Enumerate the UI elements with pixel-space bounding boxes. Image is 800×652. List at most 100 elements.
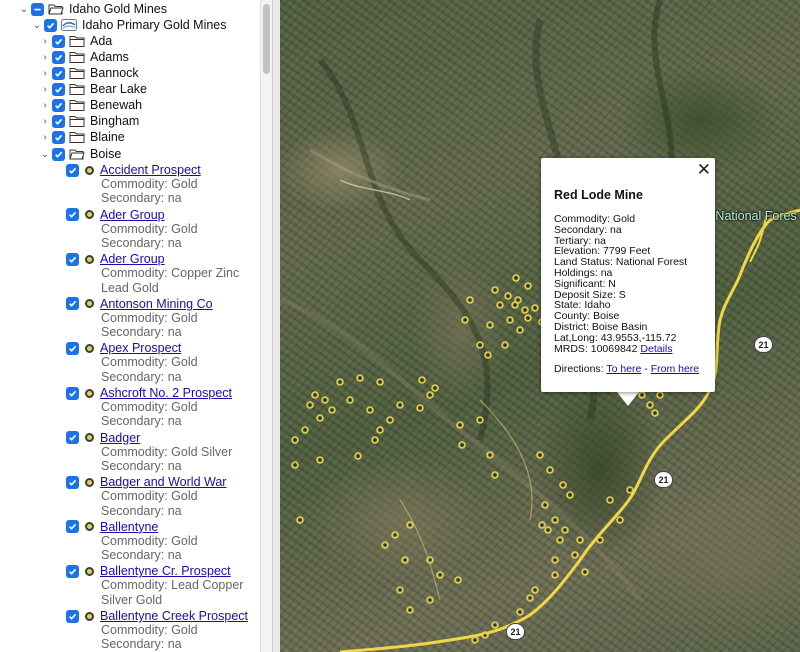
mine-name-link[interactable]: Badger and World War [100,475,226,489]
tree-county[interactable]: › Bear Lake [40,81,147,97]
checkbox-checked-icon[interactable] [52,66,65,80]
details-link[interactable]: Details [640,343,672,355]
checkbox-checked-icon[interactable] [66,341,79,355]
checkbox-checked-icon[interactable] [66,475,79,489]
mine-detail: Secondary: na [101,548,182,563]
checkbox-checked-icon[interactable] [66,520,79,534]
checkbox-checked-icon[interactable] [52,50,65,64]
checkbox-checked-icon[interactable] [66,208,79,222]
checkbox-checked-icon[interactable] [66,252,79,266]
mine-detail: Secondary: na [101,369,182,384]
chevron-right-icon[interactable]: › [40,33,50,49]
mine-marker-center [493,623,497,627]
checkbox-checked-icon[interactable] [52,98,65,112]
mine-marker-center [418,406,422,410]
mine-name-link[interactable]: Antonson Mining Co [100,297,213,311]
checkbox-checked-icon[interactable] [66,163,79,177]
mine-name-link[interactable]: Ballentyne Cr. Prospect [100,564,231,578]
list-item[interactable]: Ballentyne Cr. Prospect [66,563,231,579]
chevron-right-icon[interactable]: › [40,65,50,81]
chevron-right-icon[interactable]: › [40,97,50,113]
mine-name-link[interactable]: Badger [100,431,140,445]
mine-placemark-icon [85,210,94,220]
mine-name-link[interactable]: Accident Prospect [100,163,201,177]
mine-marker-center [533,306,537,310]
list-item[interactable]: Badger [66,430,140,446]
popup-directions: Directions: To here - From here [554,364,699,375]
chevron-right-icon[interactable]: › [40,49,50,65]
mine-marker-center [538,453,542,457]
checkbox-checked-icon[interactable] [66,609,79,623]
checkbox-checked-icon[interactable] [52,34,65,48]
satellite-map[interactable]: e National Fores 21 21 21 [280,0,800,652]
mine-marker-center [528,596,532,600]
tree-county[interactable]: › Bannock [40,65,138,81]
checkbox-checked-icon[interactable] [66,431,79,445]
list-item[interactable]: Ader Group [66,251,165,267]
chevron-down-icon[interactable]: ⌄ [32,17,42,33]
checkbox-checked-icon[interactable] [66,297,79,311]
mine-marker-center [408,608,412,612]
checkbox-checked-icon[interactable] [44,18,57,32]
to-here-link[interactable]: To here [606,363,641,375]
mine-marker-center [558,538,562,542]
tree-county[interactable]: › Benewah [40,97,142,113]
popup-title: Red Lode Mine [554,188,643,202]
mine-marker-center [523,308,527,312]
mine-name-link[interactable]: Ader Group [100,252,165,266]
list-item[interactable]: Accident Prospect [66,162,201,178]
from-here-link[interactable]: From here [651,363,699,375]
tree-county[interactable]: › Ada [40,33,112,49]
chevron-right-icon[interactable]: › [40,81,50,97]
list-item[interactable]: Badger and World War [66,474,226,490]
tree-layer[interactable]: ⌄ Idaho Primary Gold Mines [32,17,227,33]
chevron-down-icon[interactable]: ⌄ [40,146,50,162]
mine-marker-center [553,518,557,522]
mrds-id: MRDS: 10069842 [554,343,638,355]
mine-marker-center [561,483,565,487]
list-item[interactable]: Apex Prospect [66,340,181,356]
mine-detail: Commodity: Gold [101,355,198,370]
mine-marker-center [308,403,312,407]
list-item[interactable]: Ashcroft No. 2 Prospect [66,385,232,401]
close-icon[interactable]: ✕ [697,161,711,178]
mine-marker-center [318,416,322,420]
checkbox-checked-icon[interactable] [66,386,79,400]
mine-name-link[interactable]: Apex Prospect [100,341,181,355]
tree-county[interactable]: › Adams [40,49,129,65]
county-label: Blaine [90,130,125,144]
chevron-down-icon[interactable]: ⌄ [19,1,29,17]
list-item[interactable]: Ader Group [66,207,165,223]
mine-detail: Commodity: Gold [101,489,198,504]
tree-root[interactable]: ⌄ Idaho Gold Mines [19,1,167,17]
mine-name-link[interactable]: Ader Group [100,208,165,222]
list-item[interactable]: Ballentyne [66,519,158,535]
tree-county[interactable]: › Blaine [40,129,125,145]
scrollbar-thumb[interactable] [263,4,270,74]
mine-marker-center [378,380,382,384]
mine-marker-center [358,376,362,380]
list-item[interactable]: Antonson Mining Co [66,296,213,312]
kml-layer-icon [61,19,77,31]
mine-marker-center [598,538,602,542]
mine-placemark-icon [85,165,94,175]
checkbox-checked-icon[interactable] [66,564,79,578]
checkbox-checked-icon[interactable] [52,114,65,128]
checkbox-checked-icon[interactable] [52,82,65,96]
mine-name-link[interactable]: Ashcroft No. 2 Prospect [100,386,232,400]
chevron-right-icon[interactable]: › [40,113,50,129]
list-item[interactable]: Ballentyne Creek Prospect [66,608,248,624]
checkbox-checked-icon[interactable] [52,130,65,144]
mine-name-link[interactable]: Ballentyne Creek Prospect [100,609,248,623]
tree-county-boise[interactable]: ⌄ Boise [40,146,121,162]
chevron-right-icon[interactable]: › [40,129,50,145]
mine-placemark-icon [85,388,94,398]
sidebar-scrollbar[interactable] [260,0,272,652]
mine-marker-center [563,528,567,532]
tree-county[interactable]: › Bingham [40,113,139,129]
checkbox-partial-icon[interactable] [31,2,44,16]
mine-detail: Commodity: Gold [101,177,198,191]
checkbox-checked-icon[interactable] [52,147,65,161]
mine-name-link[interactable]: Ballentyne [100,520,158,534]
mine-detail: Secondary: na [101,235,182,250]
